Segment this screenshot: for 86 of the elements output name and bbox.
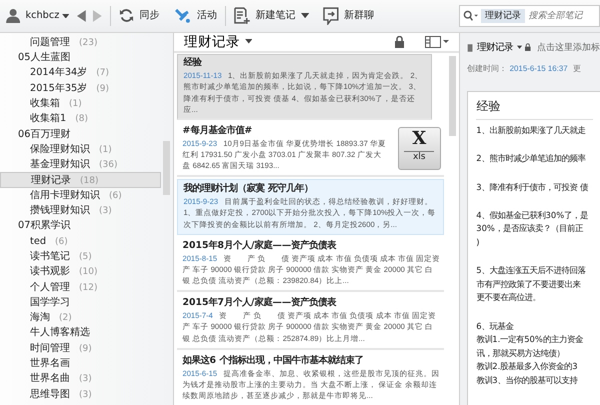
notebook-item[interactable]: 基金理财知识 (36): [0, 157, 174, 172]
notebook-group[interactable]: 05人生蓝图: [0, 50, 174, 66]
caret-icon[interactable]: [62, 14, 70, 18]
notebook-item[interactable]: 信用卡理财知识 (6): [0, 188, 174, 204]
note-card[interactable]: 2015年8月个人/家庭——资产负债表 2015-8-15 资 产 负 债 资产项 成本 市值 负债项 成本 市值 固定资产 车子 90000 银行贷款 房子 900000 借款 实物资产 黄金 20000 其它 白银 总负债 流动资产（总额：239820.84）比上...: [177, 236, 444, 292]
note-card[interactable]: 2015年7月个人/家庭——资产负债表 2015-7-4 资 产 负 债 资产项 成本 市值 负债项 成本 市值 固定资产 车子 90000 银行贷款 房子 900000 借款 实物资产 黄金 20000 其它 白银 总负债 流动资产（总额：252874.89）比上月增...: [177, 294, 444, 350]
note-text: 3、降准有利于债市，可投资 债: [476, 180, 590, 194]
notebook-item[interactable]: 收集箱 (1): [0, 96, 174, 112]
notebook-item[interactable]: 2015年35岁 (9): [0, 80, 174, 96]
notebook-item[interactable]: 收集箱1 (8): [0, 111, 174, 127]
note-title: #每月基金市值#: [182, 124, 254, 138]
note-title: 2015年8月个人/家庭——资产负债表: [182, 240, 338, 253]
layout-icon[interactable]: [424, 36, 449, 48]
scrollbar[interactable]: [162, 140, 170, 196]
user-icon: [6, 8, 20, 24]
notebook-item[interactable]: 2014年34岁 (7): [0, 65, 174, 81]
spreadsheet-letter: X: [412, 128, 426, 151]
note-text: ): [476, 236, 481, 250]
scrollbar[interactable]: [448, 56, 456, 136]
note-title: 如果这6 个指标出现，中国牛市基本就结束了: [182, 354, 364, 368]
satellite-icon[interactable]: [174, 8, 192, 24]
notebook-icon: [467, 42, 474, 54]
caret-icon[interactable]: [300, 13, 309, 18]
note-text: 4、假如基金已获利30%了，是: [476, 208, 590, 222]
note-text: 6、玩基金: [476, 320, 515, 333]
notebook-item[interactable]: 个人管理 (12): [0, 280, 174, 295]
note-snippet: 2015-9-23 10月9日基金市值 华夏优势增长 18893.37 华夏红利 17931.50 广发小盘 3703.01 广发聚丰 807.32 广发大盘 6842.65 富国天瑞 3193...: [182, 138, 387, 172]
note-title: 我的理财计划（寂寞 死守几年）: [184, 183, 314, 196]
notebook-item[interactable]: 世界名画: [0, 356, 174, 372]
new-note-button[interactable]: 新建笔记: [255, 9, 296, 22]
notebook-item[interactable]: 时间管理 (9): [0, 340, 174, 356]
notebook-group[interactable]: 06百万理财: [0, 126, 174, 142]
note-text: 讯，那就买易方达纯债）: [476, 346, 566, 360]
notebook-item[interactable]: 保险理财知识 (1): [0, 142, 174, 158]
notebook-item[interactable]: 国学学习: [0, 294, 174, 310]
notebook-item[interactable]: ted (6): [0, 234, 174, 249]
search-scope-tag[interactable]: 理财记录: [481, 8, 525, 23]
note-snippet: 2015-7-4 资 产 负 债 资产项 成本 市值 负债项 成本 市值 固定资产 车子 90000 银行贷款 房子 900000 借款 实物资产 黄金 20000 其它 白银 总负债 流动资产（总额：252874.89）比上月增...: [182, 310, 438, 344]
notebook-dropdown[interactable]: 理财记录: [476, 41, 513, 54]
note-snippet: 2015-6-15 提高准备金率、加息、收紧银根，这些是股市见顶的征兆。因为钱才是推动股市上涨的主要动力。当 大盘不断上涨， 保证金 余额却连续数周原地踏步，甚至逐步减少，那就是牛市即将见...: [182, 368, 440, 402]
note-snippet: 2015-11-13 1、出新股前如果涨了几天就走掉，因为肯定会跌。 2、熊市时减少单笔追加的频率，比如说，每下降10%才追加一次。 3、降准有利于债市，可投资 债基 4、假如基金已获利30%了，是否还应...: [184, 70, 424, 116]
note-text: 教训3、当你的股基可以支持: [476, 374, 579, 388]
note-text: 教训2.股基最多入你资金的3: [476, 360, 579, 374]
note-heading[interactable]: 经验: [476, 98, 592, 120]
notebook-group[interactable]: 07积累学识: [0, 218, 174, 234]
note-text: 更不要在高位进。: [476, 291, 542, 304]
new-note-icon[interactable]: [234, 6, 250, 25]
caret-icon[interactable]: [244, 39, 252, 44]
note-card[interactable]: 如果这6 个指标出现，中国牛市基本就结束了 2015-6-15 提高准备金率、加息、收紧银根，这些是股市见顶的征兆。因为钱才是推动股市上涨的主要动力。当 大盘不断上涨， 保证金 余额却连续数周原地踏步，甚至逐步减少，那就是牛市即将见...: [177, 351, 444, 405]
notebook-item[interactable]: 问题管理 (23): [0, 34, 174, 50]
chat-icon[interactable]: [323, 6, 339, 25]
note-text: 5、大盘连涨五天后不进待回落: [476, 264, 587, 278]
note-text: 2、熊市时减少单笔追加的频率: [476, 152, 587, 166]
note-text: 30%，是否应该卖？（目前正: [476, 222, 584, 236]
notebook-item[interactable]: 思维导图 (3): [0, 386, 174, 402]
back-icon[interactable]: [77, 10, 88, 22]
notebook-item[interactable]: 攒钱理财知识 (3): [0, 203, 174, 218]
notebook-item[interactable]: 理财记录 (18): [0, 172, 162, 188]
note-title: 2015年7月个人/家庭——资产负债表: [182, 297, 338, 310]
notebook-item[interactable]: 世界名曲 (3): [0, 371, 174, 387]
note-text: 教训1.一定有50%的主力资金: [476, 333, 584, 346]
notebook-item[interactable]: 海淘 (2): [0, 310, 174, 326]
caret-icon[interactable]: [516, 45, 522, 50]
note-card[interactable]: 我的理财计划（寂寞 死守几年） 2015-9-23 目前属于盈利金吐回的状态，得总结经验教训，好好理财。 1、重点做好定投，2700以下开始分批次投入，每下降10%投入一次，每次下降投资的金额比以前有所增加。 2、每月定投2600，另...: [177, 178, 444, 235]
new-chat-button[interactable]: 新群聊: [344, 9, 374, 22]
note-text: 1、出新股前如果涨了几天就走: [476, 124, 587, 138]
notebook-item[interactable]: 牛人博客精选: [0, 325, 174, 341]
tag-field[interactable]: 点击这里添加标: [537, 41, 600, 54]
search-field[interactable]: 理财记录 搜索全部笔记: [458, 5, 600, 26]
sync-icon[interactable]: [119, 8, 134, 24]
activity-button[interactable]: 活动: [197, 9, 218, 22]
sync-button[interactable]: 同步: [140, 9, 160, 22]
file-type-label: xls: [404, 150, 434, 162]
notebook-item[interactable]: 读书笔记 (5): [0, 248, 174, 264]
notebook-title-dropdown[interactable]: 理财记录: [184, 32, 240, 50]
note-card[interactable]: 经验 2015-11-13 1、出新股前如果涨了几天就走掉，因为肯定会跌。 2、熊市时减少单笔追加的频率，比如说，每下降10%才追加一次。 3、降准有利于债市，可投资 债基 4、假如基金已获利30%了，是否还应...: [177, 54, 432, 120]
note-card[interactable]: #每月基金市值# 2015-9-23 10月9日基金市值 华夏优势增长 18893.37 华夏红利 17931.50 广发小盘 3703.01 广发聚丰 807.32 广发大盘 6842.65 富国天瑞 3193... X xls: [177, 121, 444, 178]
lock-icon[interactable]: [394, 36, 404, 48]
note-snippet: 2015-9-23 目前属于盈利金吐回的状态，得总结经验教训，好好理财。 1、重点做好定投，2700以下开始分批次投入，每下降10%投入一次，每次下降投资的金额比以前有所增加。 2、每月定投2600，另...: [184, 196, 437, 230]
lock-icon[interactable]: [525, 42, 531, 53]
note-text: 市有严控政策了不要进要出来: [476, 278, 582, 291]
note-title: 经验: [184, 57, 203, 70]
user-menu[interactable]: kchbcz: [26, 10, 60, 22]
notebook-item[interactable]: 读书观影 (10): [0, 264, 174, 280]
note-snippet: 2015-8-15 资 产 负 债 资产项 成本 市值 负债项 成本 市值 固定资产 车子 90000 银行贷款 房子 900000 借款 实物资产 黄金 20000 其它 白银 总负债 流动资产（总额：239820.84）比上...: [182, 252, 440, 287]
search-icon: [462, 10, 478, 22]
